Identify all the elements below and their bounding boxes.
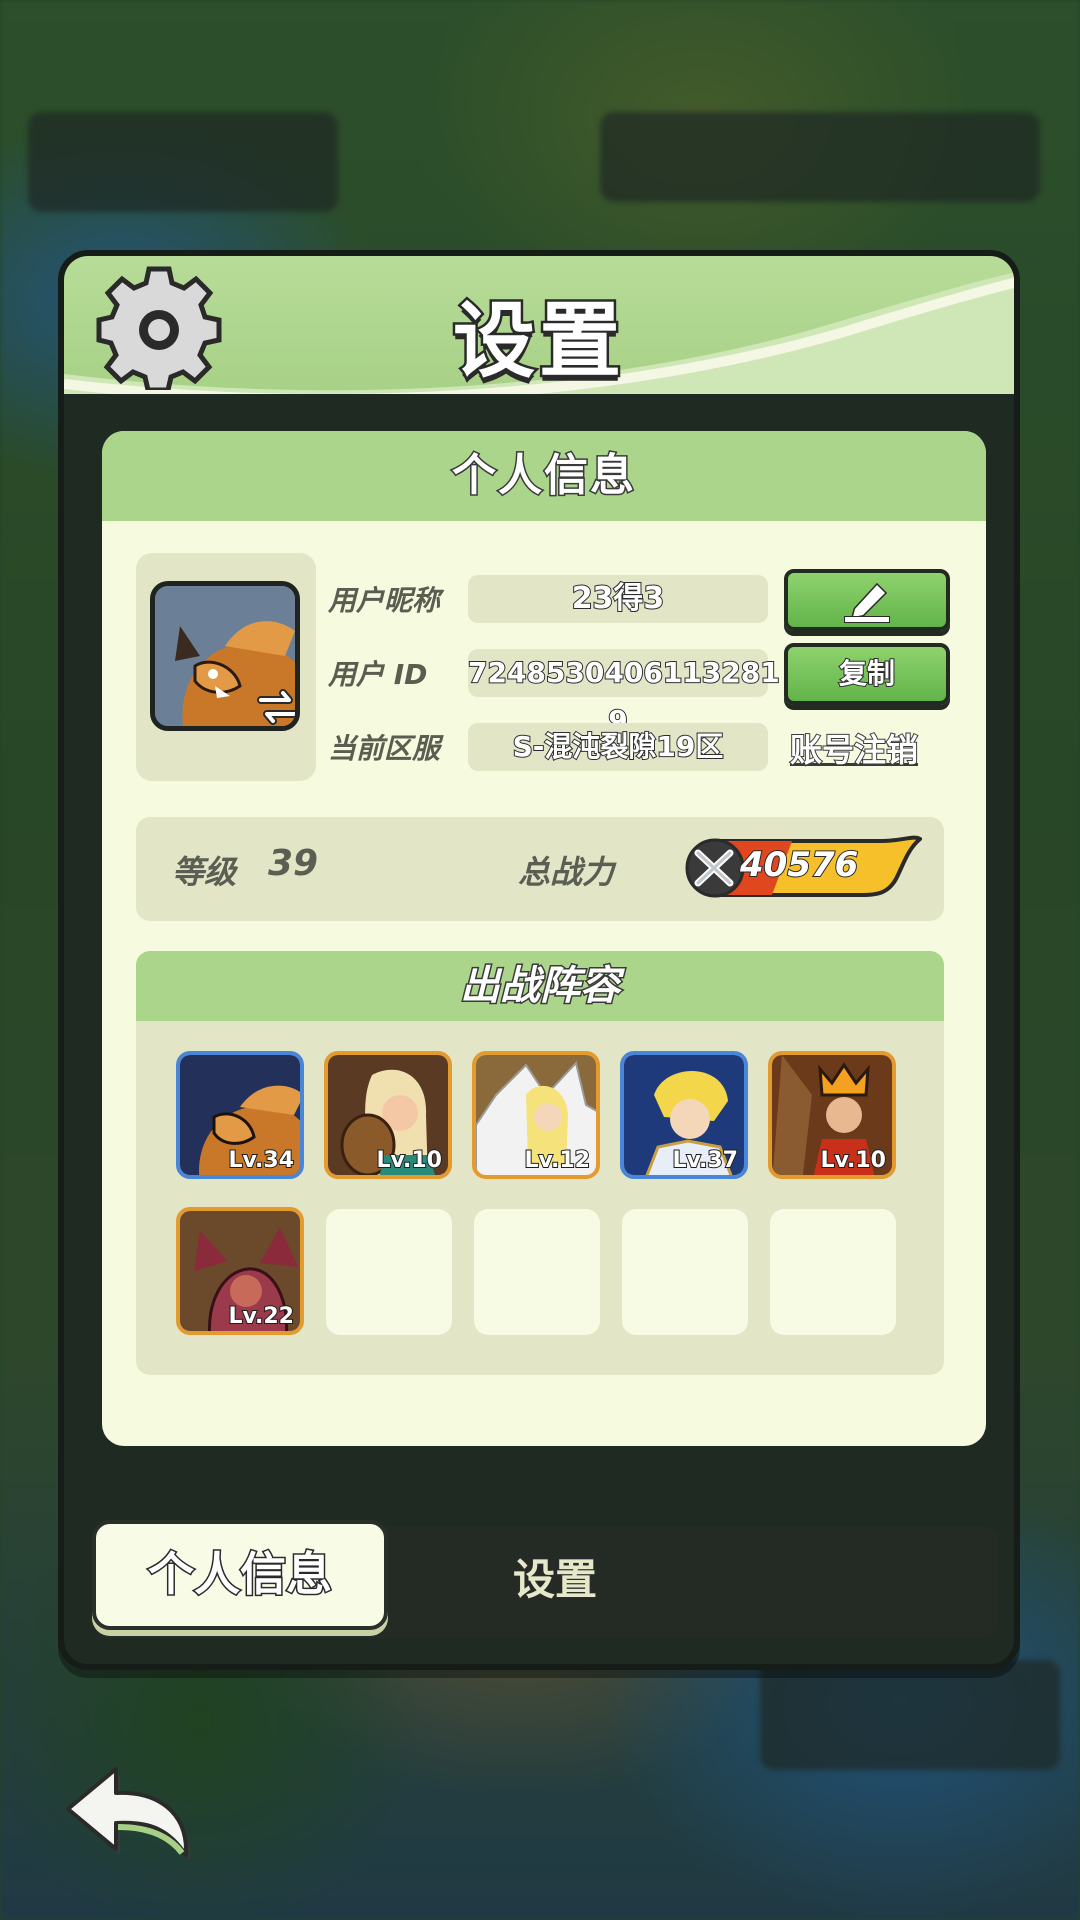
server-label: 当前区服 — [328, 732, 441, 765]
edit-pen-icon — [844, 582, 890, 623]
user-id-value: 7248530406113281​9 — [467, 649, 781, 738]
hero-slot-4[interactable]: Lv.37 — [620, 1051, 748, 1179]
stats-bar: 等级 39 总战力 40576 — [136, 817, 944, 921]
empty-hero-slot[interactable] — [474, 1209, 600, 1335]
nickname-label: 用户昵称 — [328, 584, 441, 617]
lineup-title: 出战阵容 — [136, 951, 944, 1021]
hero-level: Lv.10 — [819, 1147, 887, 1174]
avatar[interactable] — [150, 581, 300, 731]
hero-level: Lv.22 — [227, 1303, 295, 1330]
power-label: 总战力 — [518, 853, 615, 891]
empty-hero-slot[interactable] — [326, 1209, 452, 1335]
battle-lineup: 出战阵容 Lv.34 Lv.10 Lv.12 Lv.37 Lv.10 Lv.22 — [136, 951, 944, 1375]
personal-info-card: 个人信息 用户昵称 23得3 — [102, 431, 986, 1446]
account-deletion-link[interactable]: 账号注销 — [789, 725, 919, 771]
server-value: S-混沌裂隙19区 — [468, 723, 768, 771]
empty-hero-slot[interactable] — [622, 1209, 748, 1335]
level-value: 39 — [268, 843, 319, 884]
hero-slot-1[interactable]: Lv.34 — [176, 1051, 304, 1179]
tab-settings[interactable]: 设置 — [470, 1545, 640, 1615]
hero-level: Lv.12 — [523, 1147, 591, 1174]
hero-level: Lv.10 — [375, 1147, 443, 1174]
gear-icon — [96, 266, 222, 390]
copy-id-button[interactable]: 复制 — [784, 643, 950, 705]
hero-level: Lv.34 — [227, 1147, 295, 1174]
nickname-value: 23得3 — [468, 575, 768, 623]
back-arrow-icon[interactable] — [58, 1755, 198, 1865]
hero-slot-2[interactable]: Lv.10 — [324, 1051, 452, 1179]
settings-panel: 设置 个人信息 用户昵称 23得3 用户 ID 7248530406113281… — [58, 250, 1020, 1670]
avatar-swap-icon[interactable] — [255, 684, 300, 730]
blurred-resource-hud — [600, 112, 1040, 202]
edit-nickname-button[interactable] — [784, 569, 950, 631]
card-title: 个人信息 — [102, 431, 986, 521]
hero-slot-6[interactable]: Lv.22 — [176, 1207, 304, 1335]
avatar-box — [136, 553, 316, 781]
user-id-label: 用户 ID — [328, 658, 428, 691]
level-label: 等级 — [172, 853, 237, 891]
hero-level: Lv.37 — [671, 1147, 739, 1174]
blurred-player-hud — [28, 112, 338, 212]
hero-slot-5[interactable]: Lv.10 — [768, 1051, 896, 1179]
empty-hero-slot[interactable] — [770, 1209, 896, 1335]
power-value: 40576 — [739, 844, 859, 886]
blurred-quest-hud — [760, 1660, 1060, 1770]
tab-personal-info[interactable]: 个人信息 — [92, 1520, 388, 1630]
hero-slot-3[interactable]: Lv.12 — [472, 1051, 600, 1179]
